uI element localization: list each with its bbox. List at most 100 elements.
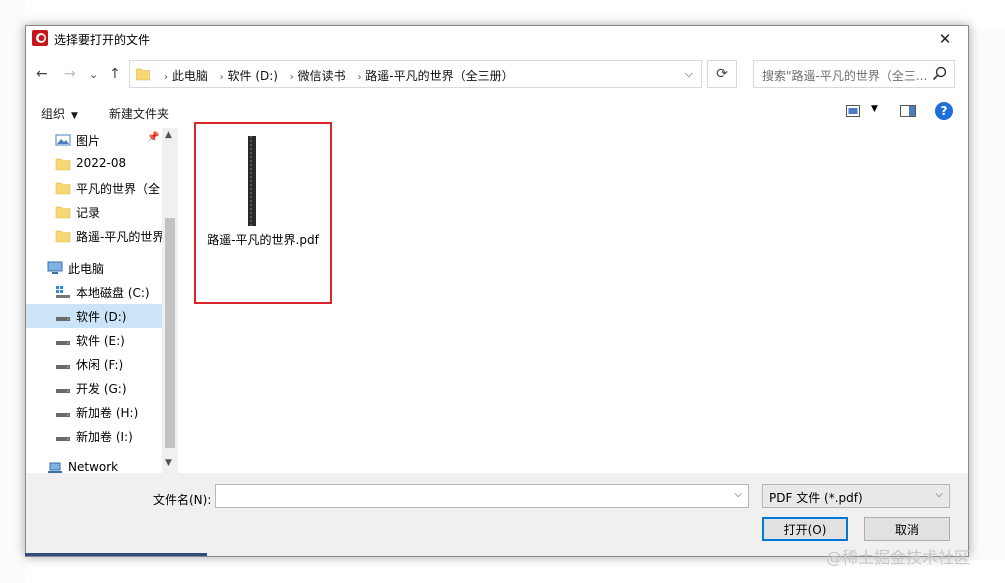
folder-icon <box>55 182 71 195</box>
sidebar-item-drive-e[interactable]: 软件 (E:) <box>26 328 178 352</box>
drive-icon <box>56 437 70 441</box>
recent-locations-icon[interactable]: ⌄ <box>89 68 98 81</box>
new-folder-button[interactable]: 新建文件夹 <box>109 105 169 122</box>
pictures-icon <box>55 134 71 146</box>
app-icon <box>32 30 48 46</box>
chevron-down-icon[interactable]: ⌵ <box>734 489 742 500</box>
sidebar-item-label: 记录 <box>76 206 101 220</box>
sidebar-item-folder[interactable]: 路遥-平凡的世界 <box>26 224 178 248</box>
sidebar-item-this-pc[interactable]: 此电脑 <box>26 256 178 280</box>
close-button[interactable]: ✕ <box>922 26 968 52</box>
refresh-button[interactable]: ⟳ <box>707 60 737 88</box>
watermark: @稀土掘金技术社区 <box>826 548 971 567</box>
sidebar-item-drive-g[interactable]: 开发 (G:) <box>26 376 178 400</box>
filename-input[interactable]: ⌵ <box>215 484 749 508</box>
filename-label: 文件名(N): <box>153 493 212 507</box>
breadcrumb: › 此电脑 › 软件 (D:) › 微信读书 › 路遥-平凡的世界（全三册） <box>156 67 514 84</box>
computer-icon <box>47 261 63 274</box>
sidebar-item-label: 平凡的世界（全 <box>76 182 161 196</box>
scroll-up-icon[interactable]: ▲ <box>165 130 172 140</box>
navigation-pane: 图片 📌 2022-08 平凡的世界（全 记录 路遥-平凡的世界 此电脑 本地磁… <box>26 128 178 473</box>
breadcrumb-separator: › <box>289 72 294 83</box>
breadcrumb-item[interactable]: 微信读书 <box>298 69 346 83</box>
up-icon[interactable]: ↑ <box>109 66 121 82</box>
drive-icon <box>56 413 70 417</box>
address-bar[interactable]: › 此电脑 › 软件 (D:) › 微信读书 › 路遥-平凡的世界（全三册） ⌵ <box>129 60 702 88</box>
cancel-button[interactable]: 取消 <box>864 517 950 541</box>
open-file-dialog: 选择要打开的文件 ✕ ← → ⌄ ↑ › 此电脑 › 软件 (D:) › 微信读… <box>25 25 969 557</box>
refresh-icon: ⟳ <box>716 66 728 82</box>
background-right <box>967 30 1005 560</box>
organize-label: 组织 <box>41 107 66 121</box>
breadcrumb-item[interactable]: 路遥-平凡的世界（全三册） <box>365 69 513 83</box>
sidebar-item-label: 本地磁盘 (C:) <box>76 286 150 300</box>
sidebar-item-folder[interactable]: 记录 <box>26 200 178 224</box>
navigation-bar: ← → ⌄ ↑ › 此电脑 › 软件 (D:) › 微信读书 › 路遥-平凡的世… <box>26 58 968 92</box>
title-bar: 选择要打开的文件 ✕ <box>26 26 968 52</box>
command-bar: 组织 ▼ 新建文件夹 ▼ ? <box>26 100 968 126</box>
sidebar-item-drive-i[interactable]: 新加卷 (I:) <box>26 424 178 448</box>
folder-icon <box>136 68 150 81</box>
filetype-value: PDF 文件 (*.pdf) <box>769 491 863 505</box>
file-list: 路遥-平凡的世界.pdf <box>178 122 968 473</box>
drive-icon <box>56 317 70 321</box>
breadcrumb-separator: › <box>357 72 362 83</box>
sidebar-item-drive-f[interactable]: 休闲 (F:) <box>26 352 178 376</box>
close-icon: ✕ <box>938 30 952 48</box>
sidebar-item-label: 软件 (D:) <box>76 310 127 324</box>
filetype-select[interactable]: PDF 文件 (*.pdf) ⌵ <box>762 484 950 508</box>
open-button[interactable]: 打开(O) <box>762 517 848 541</box>
chevron-down-icon[interactable]: ⌵ <box>685 67 693 81</box>
folder-icon <box>55 230 71 243</box>
sidebar-item-label: 图片 <box>76 134 101 148</box>
sidebar-item-label: 新加卷 (I:) <box>76 430 133 444</box>
breadcrumb-item[interactable]: 此电脑 <box>172 69 208 83</box>
sidebar-scrollbar[interactable]: ▲ ▼ <box>162 128 178 473</box>
drive-icon <box>56 341 70 345</box>
folder-icon <box>55 206 71 219</box>
back-icon[interactable]: ← <box>36 66 48 82</box>
sidebar-item-label: 休闲 (F:) <box>76 358 124 372</box>
scroll-down-icon[interactable]: ▼ <box>165 458 172 468</box>
organize-button[interactable]: 组织 ▼ <box>41 105 78 122</box>
sidebar-item-label: Network <box>68 460 119 473</box>
pdf-thumbnail <box>248 136 256 226</box>
sidebar-item-network[interactable]: Network <box>26 456 178 473</box>
caret-down-icon: ▼ <box>71 111 78 121</box>
sidebar-item-label: 新加卷 (H:) <box>76 406 139 420</box>
breadcrumb-item[interactable]: 软件 (D:) <box>228 69 278 83</box>
sidebar-item-label: 开发 (G:) <box>76 382 127 396</box>
sidebar-item-folder[interactable]: 2022-08 <box>26 152 178 176</box>
file-item[interactable]: 路遥-平凡的世界.pdf <box>194 122 332 304</box>
search-box[interactable]: 搜索"路遥-平凡的世界（全三... <box>753 60 955 88</box>
sidebar-item-label: 此电脑 <box>68 262 105 276</box>
file-name: 路遥-平凡的世界.pdf <box>207 233 319 247</box>
sidebar-item-label: 2022-08 <box>76 156 127 170</box>
breadcrumb-separator: › <box>219 72 224 83</box>
scrollbar-thumb[interactable] <box>165 218 175 448</box>
view-mode-icon[interactable] <box>846 105 860 117</box>
preview-pane-icon[interactable] <box>900 105 916 117</box>
pin-icon[interactable]: 📌 <box>147 132 159 143</box>
drive-icon <box>56 389 70 393</box>
chevron-down-icon: ⌵ <box>935 489 943 500</box>
drive-icon <box>56 365 70 369</box>
background-left <box>0 0 25 583</box>
breadcrumb-separator: › <box>164 72 168 83</box>
help-icon[interactable]: ? <box>935 102 953 120</box>
dialog-title: 选择要打开的文件 <box>54 33 151 47</box>
sidebar-item-drive-d[interactable]: 软件 (D:) <box>26 304 178 328</box>
sidebar-item-folder[interactable]: 平凡的世界（全 <box>26 176 178 200</box>
caret-down-icon[interactable]: ▼ <box>871 104 878 114</box>
sidebar-item-pictures[interactable]: 图片 📌 <box>26 128 178 152</box>
sidebar-item-label: 软件 (E:) <box>76 334 125 348</box>
taskbar-strip <box>25 553 207 556</box>
search-input[interactable]: 搜索"路遥-平凡的世界（全三... <box>762 67 927 84</box>
network-icon <box>48 462 62 473</box>
search-icon <box>932 66 947 81</box>
forward-icon[interactable]: → <box>64 66 76 82</box>
sidebar-item-drive-c[interactable]: 本地磁盘 (C:) <box>26 280 178 304</box>
sidebar-item-drive-h[interactable]: 新加卷 (H:) <box>26 400 178 424</box>
drive-os-icon <box>56 286 70 298</box>
folder-icon <box>55 158 71 171</box>
